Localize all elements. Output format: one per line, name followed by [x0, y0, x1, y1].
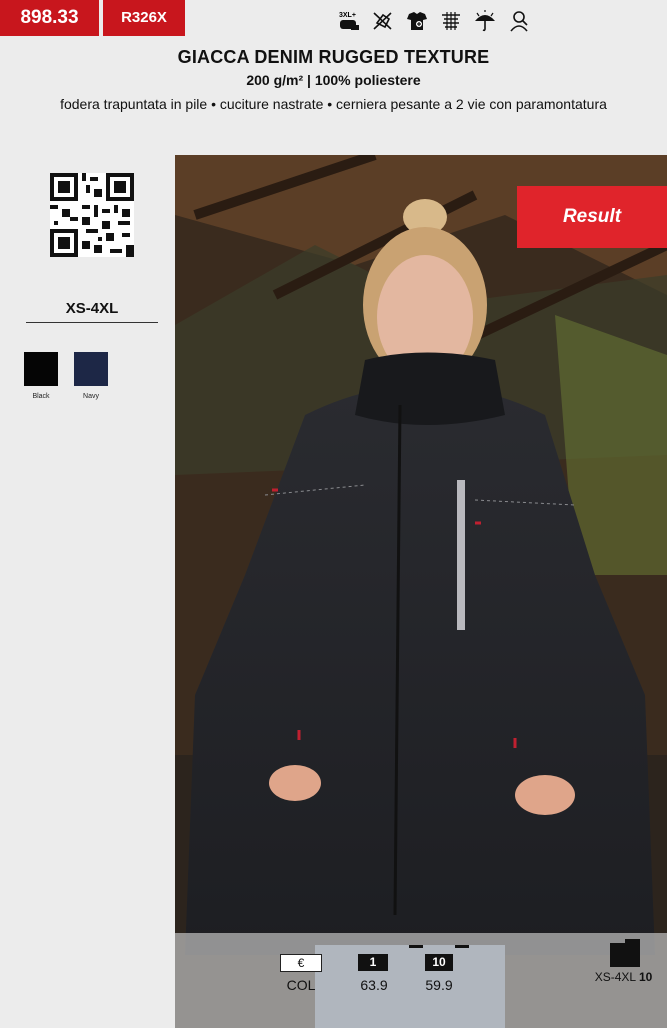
price-qty-10: 59.9: [425, 977, 453, 993]
currency-label: €: [280, 954, 322, 972]
color-swatches: Black Navy: [24, 352, 108, 400]
price-qty-1: 63.9: [360, 977, 388, 993]
person-fit-icon: [507, 9, 531, 33]
box-sizes: XS-4XL: [594, 970, 636, 984]
umbrella-icon: [473, 9, 497, 33]
product-ref-badge: R326X: [103, 0, 185, 36]
lining-icon: [439, 9, 463, 33]
product-title: GIACCA DENIM RUGGED TEXTURE: [177, 47, 490, 67]
product-photo: Result € COL 1 63.9 10 59.9 XS-4XL 10: [175, 155, 667, 1028]
sidebar: XS-4XL Black Navy: [0, 155, 175, 1028]
swatch-chip: [24, 352, 58, 386]
brand-logo: Result: [517, 186, 667, 248]
product-description: fodera trapuntata in pile • cuciture nas…: [60, 96, 607, 112]
box-quantity: 10: [638, 970, 653, 984]
size-range: XS-4XL: [65, 300, 119, 317]
product-subtitle: 200 g/m² | 100% poliestere: [246, 72, 421, 88]
swatch-label: Black: [32, 393, 50, 400]
model-illustration: [175, 155, 667, 1028]
qty-1-badge: 1: [358, 954, 388, 971]
qr-code[interactable]: [50, 173, 134, 257]
box-packing: XS-4XL 10: [580, 970, 667, 984]
divider: [409, 945, 423, 948]
swatch-black[interactable]: Black: [24, 352, 58, 400]
swatch-label: Navy: [83, 393, 99, 400]
feature-icons: 3XL+: [337, 6, 531, 36]
divider: [455, 945, 469, 948]
price-panel: € COL 1 63.9 10 59.9 XS-4XL 10: [175, 933, 667, 1028]
shirt-care-icon: [405, 9, 429, 33]
divider: [26, 322, 158, 323]
product-code-badge: 898.33: [0, 0, 99, 36]
product-header: GIACCA DENIM RUGGED TEXTURE 200 g/m² | 1…: [0, 47, 667, 112]
svg-text:3XL+: 3XL+: [339, 12, 356, 19]
size-3xl-icon: 3XL+: [337, 9, 361, 33]
no-iron-icon: [371, 9, 395, 33]
swatch-chip: [74, 352, 108, 386]
swatch-navy[interactable]: Navy: [74, 352, 108, 400]
top-bar: 898.33 R326X 3XL+: [0, 0, 667, 40]
col-label: COL: [286, 977, 316, 993]
carton-box-icon: [610, 939, 640, 967]
qty-10-badge: 10: [425, 954, 453, 971]
